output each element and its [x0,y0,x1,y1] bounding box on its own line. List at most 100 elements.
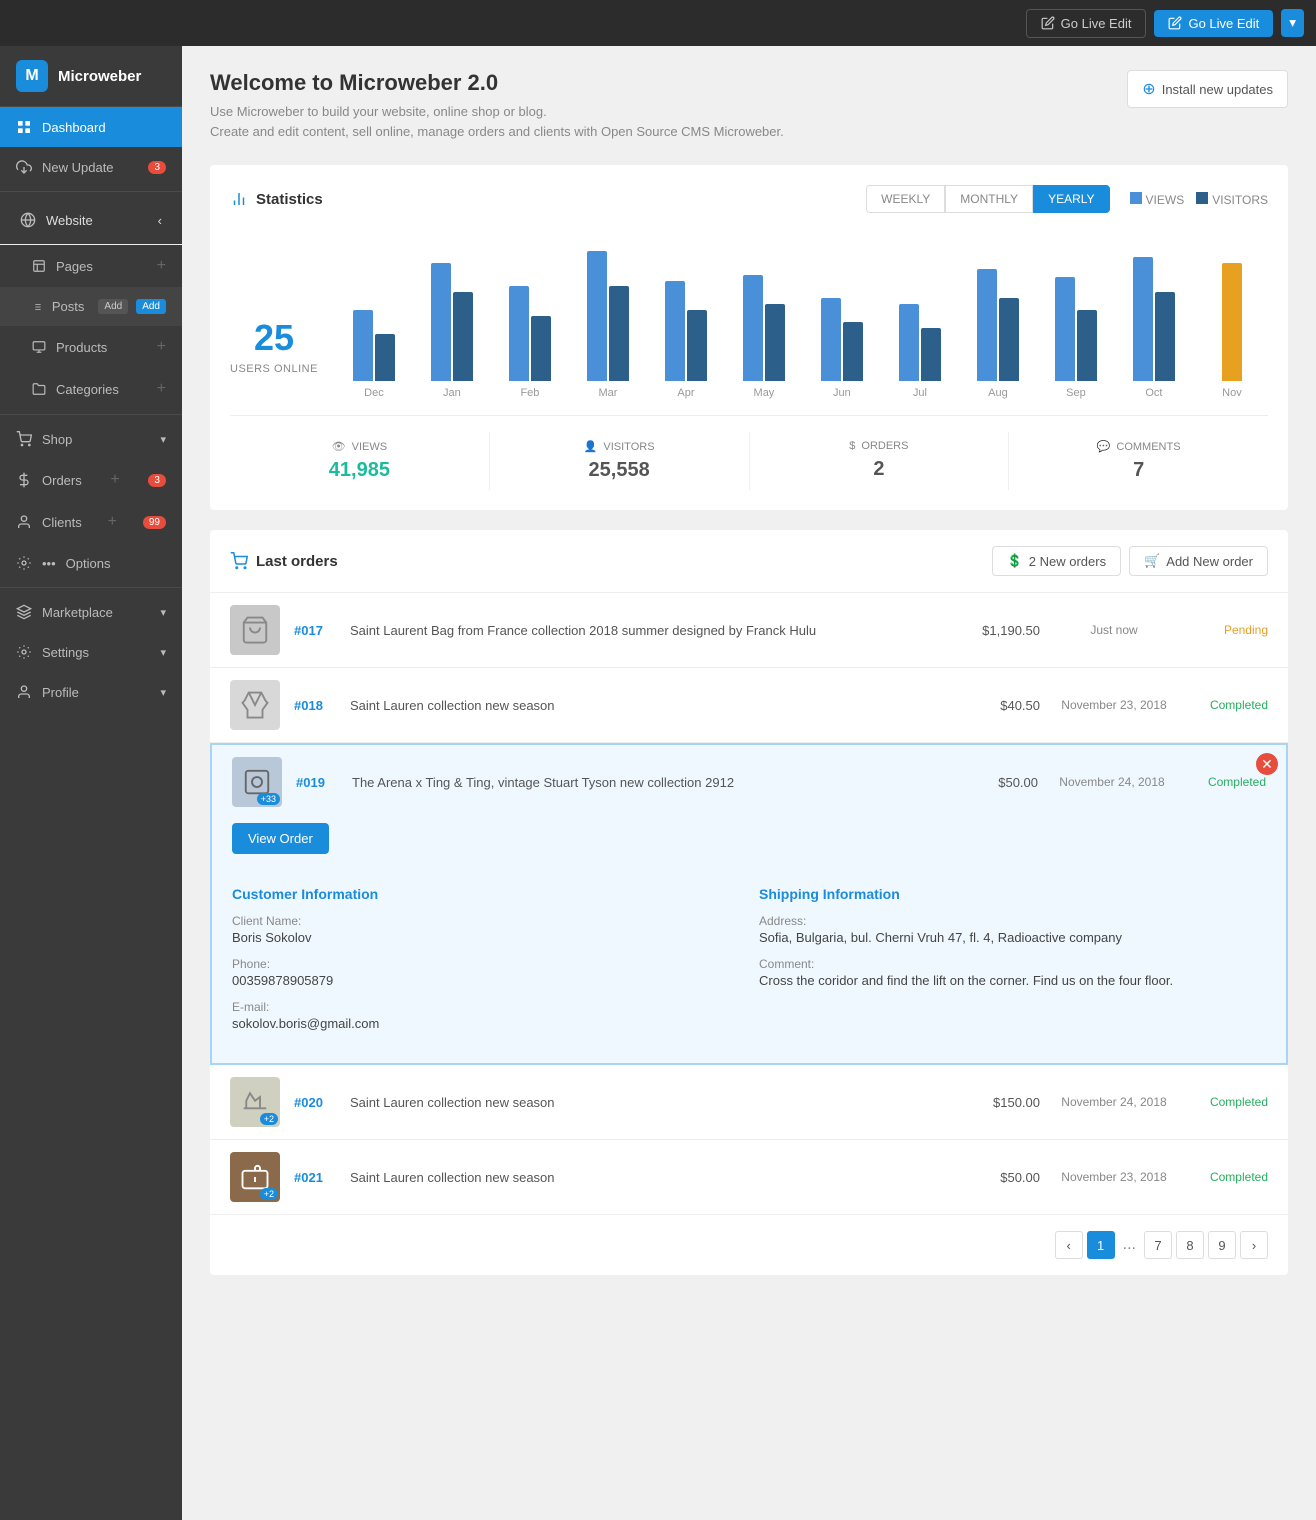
prev-page-button[interactable]: ‹ [1055,1231,1083,1259]
posts-add-button-2[interactable]: Add [136,299,166,314]
phone-value: 00359878905879 [232,973,739,988]
order-id-017: #017 [294,623,336,638]
stats-legend: VIEWS VISITORS [1130,192,1268,207]
bar-label-dec: Dec [364,387,384,399]
comment-icon: 💬 [1097,440,1111,453]
new-update-badge: 3 [148,161,166,174]
bar-views-sep [1055,277,1075,381]
statistics-card: Statistics WEEKLY MONTHLY YEARLY VIEWS V… [210,165,1288,510]
tab-yearly[interactable]: YEARLY [1033,185,1109,213]
order-name-017: Saint Laurent Bag from France collection… [350,623,946,638]
bar-group-feb: Feb [494,286,566,399]
tab-monthly[interactable]: MONTHLY [945,185,1033,213]
bar-label-jan: Jan [443,387,461,399]
categories-icon [32,382,46,396]
app-layout: M Microweber Dashboard New Update 3 Webs… [0,46,1316,1520]
bar-group-apr: Apr [650,281,722,399]
sidebar-item-products[interactable]: Products + [0,326,182,368]
add-order-button[interactable]: 🛒 Add New order [1129,546,1268,576]
install-updates-button[interactable]: ⊕ Install new updates [1127,70,1288,108]
email-label: E-mail: [232,1000,739,1014]
client-name-value: Boris Sokolov [232,930,739,945]
metric-visitors-value: 25,558 [589,459,650,482]
new-orders-button[interactable]: 💲 2 New orders [992,546,1122,576]
dashboard-icon [16,119,32,135]
order-thumb-badge-019: +33 [257,793,280,805]
order-row-018[interactable]: #018 Saint Lauren collection new season … [210,668,1288,743]
phone-field: Phone: 00359878905879 [232,957,739,988]
bar-label-jul: Jul [913,387,927,399]
page-1-button[interactable]: 1 [1087,1231,1115,1259]
stats-tabs: WEEKLY MONTHLY YEARLY [866,185,1109,213]
address-value: Sofia, Bulgaria, bul. Cherni Vruh 47, fl… [759,930,1266,945]
bar-label-feb: Feb [520,387,539,399]
sidebar-item-shop[interactable]: Shop ▾ [0,419,182,459]
go-live-edit-outline-button[interactable]: Go Live Edit [1026,9,1147,38]
globe-icon [20,212,36,228]
order-status-020: Completed [1188,1095,1268,1109]
page-7-button[interactable]: 7 [1144,1231,1172,1259]
dropdown-button[interactable]: ▾ [1281,9,1304,37]
bar-views-apr [665,281,685,381]
order-019-expanded: View Order Customer Information Client N… [212,819,1286,1063]
settings-chevron-icon: ▾ [160,646,166,659]
tab-weekly[interactable]: WEEKLY [866,185,945,213]
order-date-018: November 23, 2018 [1054,698,1174,712]
metric-orders: $ ORDERS 2 [750,432,1010,490]
sidebar-item-new-update[interactable]: New Update 3 [0,147,182,187]
order-date-017: Just now [1054,623,1174,637]
posts-icon [32,300,42,314]
sidebar: M Microweber Dashboard New Update 3 Webs… [0,46,182,1520]
bar-label-mar: Mar [598,387,617,399]
order-thumb-019: +33 [232,757,282,807]
address-field: Address: Sofia, Bulgaria, bul. Cherni Vr… [759,914,1266,945]
order-name-018: Saint Lauren collection new season [350,698,946,713]
view-order-button[interactable]: View Order [232,823,329,854]
go-live-edit-primary-button[interactable]: Go Live Edit [1154,10,1273,37]
order-price-017: $1,190.50 [960,623,1040,638]
order-row-019[interactable]: +33 #019 The Arena x Ting & Ting, vintag… [212,745,1286,819]
order-info-grid: Customer Information Client Name: Boris … [232,886,1266,1043]
sidebar-item-orders[interactable]: Orders + 3 [0,459,182,501]
metric-visitors: 👤 VISITORS 25,558 [490,432,750,490]
order-row-021[interactable]: +2 #021 Saint Lauren collection new seas… [210,1140,1288,1215]
sidebar-item-categories[interactable]: Categories + [0,368,182,410]
sidebar-item-website[interactable]: Website ‹ [0,196,182,245]
order-row-020[interactable]: +2 #020 Saint Lauren collection new seas… [210,1065,1288,1140]
order-thumb-021: +2 [230,1152,280,1202]
order-row-017[interactable]: #017 Saint Laurent Bag from France colle… [210,593,1288,668]
sidebar-item-dashboard[interactable]: Dashboard [0,107,182,147]
metric-comments: 💬 COMMENTS 7 [1009,432,1268,490]
order-date-021: November 23, 2018 [1054,1170,1174,1184]
sidebar-item-pages[interactable]: Pages + [0,245,182,287]
sidebar-item-clients[interactable]: Clients + 99 [0,501,182,543]
page-9-button[interactable]: 9 [1208,1231,1236,1259]
bar-views-dec [353,310,373,381]
bar-label-oct: Oct [1145,387,1162,399]
bar-visitors-jun [843,322,863,381]
bar-views-mar [587,251,607,381]
order-thumb-badge-020: +2 [260,1113,278,1125]
cart-add-icon: 🛒 [1144,553,1160,569]
order-name-019: The Arena x Ting & Ting, vintage Stuart … [352,775,944,790]
order-price-021: $50.00 [960,1170,1040,1185]
customer-info-title: Customer Information [232,886,739,902]
order-name-021: Saint Lauren collection new season [350,1170,946,1185]
topbar: Go Live Edit Go Live Edit ▾ [0,0,1316,46]
sidebar-item-posts[interactable]: Posts Add Add [0,287,182,326]
products-icon [32,340,46,354]
sidebar-item-profile[interactable]: Profile ▾ [0,672,182,712]
page-8-button[interactable]: 8 [1176,1231,1204,1259]
close-expanded-button[interactable]: ✕ [1256,753,1278,775]
bar-label-may: May [754,387,775,399]
sidebar-item-options[interactable]: ••• Options [0,543,182,583]
sidebar-logo: M Microweber [0,46,182,107]
sidebar-item-marketplace[interactable]: Marketplace ▾ [0,592,182,632]
posts-add-button-1[interactable]: Add [98,299,128,314]
sidebar-item-settings[interactable]: Settings ▾ [0,632,182,672]
bar-views-jan [431,263,451,381]
metric-comments-label: 💬 COMMENTS [1097,440,1181,453]
bar-label-jun: Jun [833,387,851,399]
order-thumb-017 [230,605,280,655]
next-page-button[interactable]: › [1240,1231,1268,1259]
